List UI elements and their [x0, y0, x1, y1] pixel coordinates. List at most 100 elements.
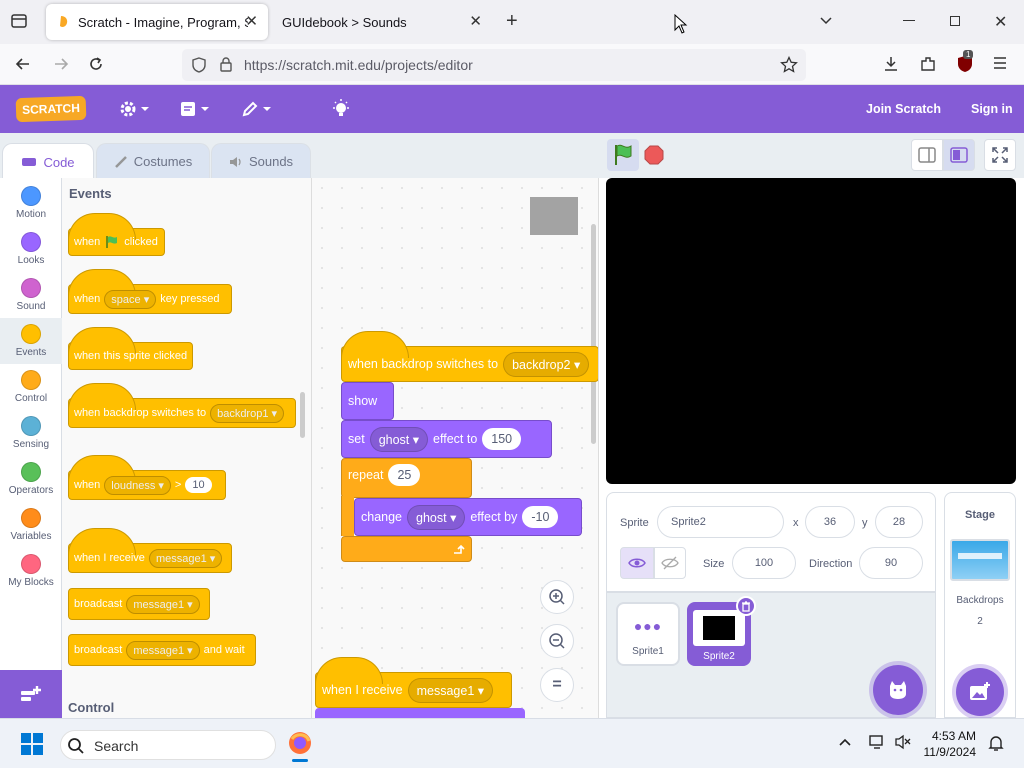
stage-canvas[interactable]: [606, 178, 1016, 484]
tab-code[interactable]: Code: [2, 143, 94, 180]
block-when-key-pressed[interactable]: when space ▾ key pressed: [68, 269, 232, 314]
block-when-i-receive[interactable]: when I receive message1 ▾: [68, 528, 232, 573]
address-bar[interactable]: https://scratch.mit.edu/projects/editor: [182, 49, 806, 81]
repeat-count-input[interactable]: 25: [388, 464, 421, 486]
y-input[interactable]: 28: [875, 506, 923, 538]
block-when-backdrop-switches[interactable]: when backdrop switches to backdrop1 ▾: [68, 383, 296, 428]
loudness-value-input[interactable]: 10: [185, 477, 212, 493]
hide-sprite-button[interactable]: [654, 547, 686, 579]
x-input[interactable]: 36: [805, 506, 855, 538]
sensor-dropdown[interactable]: loudness ▾: [104, 475, 171, 495]
tutorials-lightbulb-icon[interactable]: [330, 98, 352, 120]
lock-icon[interactable]: [220, 57, 232, 72]
block-when-loudness[interactable]: when loudness ▾ > 10: [68, 455, 226, 500]
network-icon[interactable]: [868, 734, 886, 750]
fullscreen-button[interactable]: [984, 139, 1016, 171]
message-dropdown[interactable]: message1 ▾: [148, 548, 223, 568]
category-sensing[interactable]: Sensing: [0, 410, 62, 456]
effect-dropdown[interactable]: ghost ▾: [407, 504, 466, 530]
hamburger-menu-icon[interactable]: [992, 56, 1008, 70]
scratch-logo[interactable]: SCRATCH: [15, 95, 87, 123]
join-scratch-link[interactable]: Join Scratch: [866, 102, 941, 116]
ublock-icon[interactable]: 1: [955, 50, 975, 74]
close-tab-icon[interactable]: ✕: [469, 12, 482, 30]
large-stage-button[interactable]: [943, 139, 975, 171]
reload-icon[interactable]: [87, 55, 105, 73]
tab-sounds[interactable]: Sounds: [211, 143, 311, 179]
message-dropdown[interactable]: message1 ▾: [407, 677, 494, 703]
block-when-backdrop-switches[interactable]: when backdrop switches to backdrop2 ▾: [341, 331, 598, 382]
palette-scrollbar[interactable]: [300, 392, 305, 438]
category-motion[interactable]: Motion: [0, 180, 62, 226]
script-scrollbar[interactable]: [591, 224, 596, 444]
choose-sprite-button[interactable]: [873, 665, 923, 715]
close-window-icon[interactable]: ✕: [994, 12, 1007, 32]
size-input[interactable]: 100: [732, 547, 796, 579]
script-area[interactable]: when backdrop switches to backdrop2 ▾ sh…: [312, 178, 599, 718]
block-broadcast-and-wait[interactable]: broadcast message1 ▾ and wait: [68, 634, 256, 666]
category-operators[interactable]: Operators: [0, 456, 62, 502]
chevron-up-icon[interactable]: [838, 737, 852, 747]
category-sound[interactable]: Sound: [0, 272, 62, 318]
message-dropdown[interactable]: message1 ▾: [126, 640, 200, 660]
minimize-icon[interactable]: [903, 20, 915, 21]
effect-value-input[interactable]: -10: [522, 506, 559, 528]
clock-date[interactable]: 11/9/2024: [916, 745, 977, 759]
zoom-out-button[interactable]: [540, 624, 574, 658]
volume-muted-icon[interactable]: [894, 734, 912, 750]
block-repeat[interactable]: repeat 25: [341, 458, 472, 498]
shield-icon[interactable]: [192, 57, 206, 73]
sprite-tile-sprite2[interactable]: Sprite2: [687, 596, 756, 666]
zoom-in-button[interactable]: [540, 580, 574, 614]
stop-button[interactable]: [644, 145, 664, 165]
settings-menu[interactable]: [118, 99, 150, 119]
effect-value-input[interactable]: 150: [482, 428, 522, 450]
category-my-blocks[interactable]: My Blocks: [0, 548, 62, 594]
edit-menu[interactable]: [240, 99, 272, 119]
tab-guidebook[interactable]: GUIdebook > Sounds ✕: [270, 4, 492, 40]
block-change-effect[interactable]: change ghost ▾ effect by -10: [354, 498, 582, 536]
tab-list-icon[interactable]: [10, 12, 28, 30]
stage-selector[interactable]: Stage Backdrops 2: [944, 492, 1016, 718]
show-sprite-button[interactable]: [620, 547, 654, 579]
effect-dropdown[interactable]: ghost ▾: [369, 426, 429, 452]
new-tab-icon[interactable]: +: [506, 10, 518, 33]
sign-in-link[interactable]: Sign in: [971, 102, 1013, 116]
block-when-flag-clicked[interactable]: when clicked: [68, 213, 165, 256]
close-tab-icon[interactable]: ✕: [245, 12, 258, 30]
category-control[interactable]: Control: [0, 364, 62, 410]
tab-scratch[interactable]: Scratch - Imagine, Program, Sh ✕: [46, 4, 268, 40]
block-partial[interactable]: [315, 708, 525, 718]
maximize-icon[interactable]: [950, 16, 960, 26]
block-set-effect[interactable]: set ghost ▾ effect to 150: [341, 420, 552, 458]
bookmark-star-icon[interactable]: [780, 56, 798, 74]
message-dropdown[interactable]: message1 ▾: [126, 594, 200, 614]
category-events[interactable]: Events: [0, 318, 62, 364]
taskbar-search-box[interactable]: Search: [60, 730, 276, 760]
firefox-taskbar-icon[interactable]: [288, 731, 312, 762]
sprite-tile-sprite1[interactable]: ●●● Sprite1: [616, 602, 680, 666]
green-flag-button[interactable]: [607, 139, 639, 171]
forward-icon[interactable]: [52, 55, 70, 73]
backdrop-dropdown[interactable]: backdrop1 ▾: [210, 403, 285, 423]
key-dropdown[interactable]: space ▾: [104, 289, 157, 309]
delete-sprite-button[interactable]: [736, 596, 756, 616]
block-show[interactable]: show: [341, 382, 394, 420]
category-looks[interactable]: Looks: [0, 226, 62, 272]
zoom-reset-button[interactable]: =: [540, 668, 574, 702]
sprite-name-input[interactable]: Sprite2: [657, 506, 784, 538]
choose-backdrop-button[interactable]: [956, 668, 1004, 716]
block-broadcast[interactable]: broadcast message1 ▾: [68, 588, 210, 620]
direction-input[interactable]: 90: [859, 547, 923, 579]
block-when-i-receive[interactable]: when I receive message1 ▾: [315, 657, 512, 708]
file-menu[interactable]: [178, 99, 210, 119]
notification-bell-icon[interactable]: [988, 734, 1004, 752]
small-stage-button[interactable]: [911, 139, 943, 171]
extensions-icon[interactable]: [919, 55, 937, 73]
chevron-down-icon[interactable]: [818, 12, 834, 28]
clock-time[interactable]: 4:53 AM: [916, 729, 976, 743]
backdrop-dropdown[interactable]: backdrop2 ▾: [503, 351, 590, 377]
downloads-icon[interactable]: [882, 55, 900, 73]
block-when-sprite-clicked[interactable]: when this sprite clicked: [68, 327, 193, 370]
tab-costumes[interactable]: Costumes: [96, 143, 210, 179]
